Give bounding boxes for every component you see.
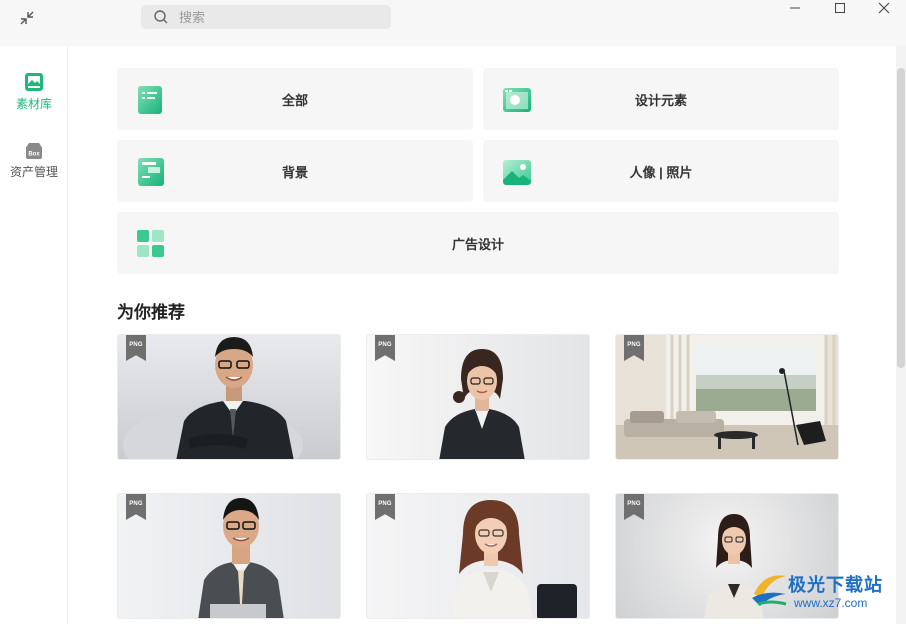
maximize-icon [835, 3, 845, 13]
close-button[interactable] [869, 0, 899, 16]
thumbnail-card[interactable]: PNG [117, 334, 341, 460]
minimize-button[interactable] [780, 0, 810, 16]
category-card-design-elements[interactable]: 设计元素 [483, 68, 839, 130]
sidebar-item-label: 资产管理 [9, 165, 58, 179]
search-input[interactable] [179, 9, 379, 25]
category-card-ad-design[interactable]: 广告设计 [117, 212, 839, 274]
sidebar-item-materials[interactable]: 素材库 [0, 72, 68, 112]
maximize-button[interactable] [825, 0, 855, 16]
category-card-backgrounds[interactable]: 背景 [117, 140, 473, 202]
box-icon: Box [26, 143, 42, 159]
search-box[interactable] [141, 5, 391, 29]
aurora-logo-icon [752, 575, 787, 606]
businessman-photo [123, 337, 303, 459]
close-icon [878, 2, 890, 14]
svg-text:Box: Box [28, 152, 40, 158]
living-room-photo [616, 335, 838, 459]
watermark-logo: 极光下载站 www.xz7.com [748, 566, 898, 616]
section-title: 为你推荐 [117, 303, 185, 322]
category-label: 人像 | 照片 [629, 164, 693, 180]
thumbnail-card[interactable]: PNG [615, 334, 839, 460]
sidebar-item-label: 素材库 [15, 97, 52, 111]
category-label: 广告设计 [451, 236, 504, 252]
watermark-url: www.xz7.com [794, 596, 868, 610]
title-bar [0, 0, 906, 46]
shrink-window-icon[interactable] [18, 9, 36, 27]
scrollbar-thumb[interactable] [897, 68, 905, 368]
businessman-photo [198, 498, 284, 618]
image-library-icon [25, 73, 43, 91]
businesswoman-photo [451, 500, 577, 618]
minimize-icon [790, 7, 800, 9]
sidebar-item-assets[interactable]: Box 资产管理 [0, 140, 68, 180]
category-card-all[interactable]: 全部 [117, 68, 473, 130]
businesswoman-photo [439, 349, 525, 459]
thumbnail-card[interactable]: PNG [117, 493, 341, 619]
category-label: 全部 [281, 92, 308, 108]
watermark-title: 极光下载站 [788, 575, 883, 595]
main-content: 全部 设计元素 背景 人像 | 照片 广告设计 为你推荐 PNG PNG PNG… [69, 46, 896, 624]
sidebar: 素材库 Box 资产管理 [0, 46, 68, 624]
category-label: 背景 [281, 164, 308, 180]
search-icon [154, 10, 168, 24]
thumbnail-card[interactable]: PNG [366, 493, 590, 619]
category-card-portraits[interactable]: 人像 | 照片 [483, 140, 839, 202]
category-label: 设计元素 [634, 92, 687, 108]
thumbnail-card[interactable]: PNG [366, 334, 590, 460]
